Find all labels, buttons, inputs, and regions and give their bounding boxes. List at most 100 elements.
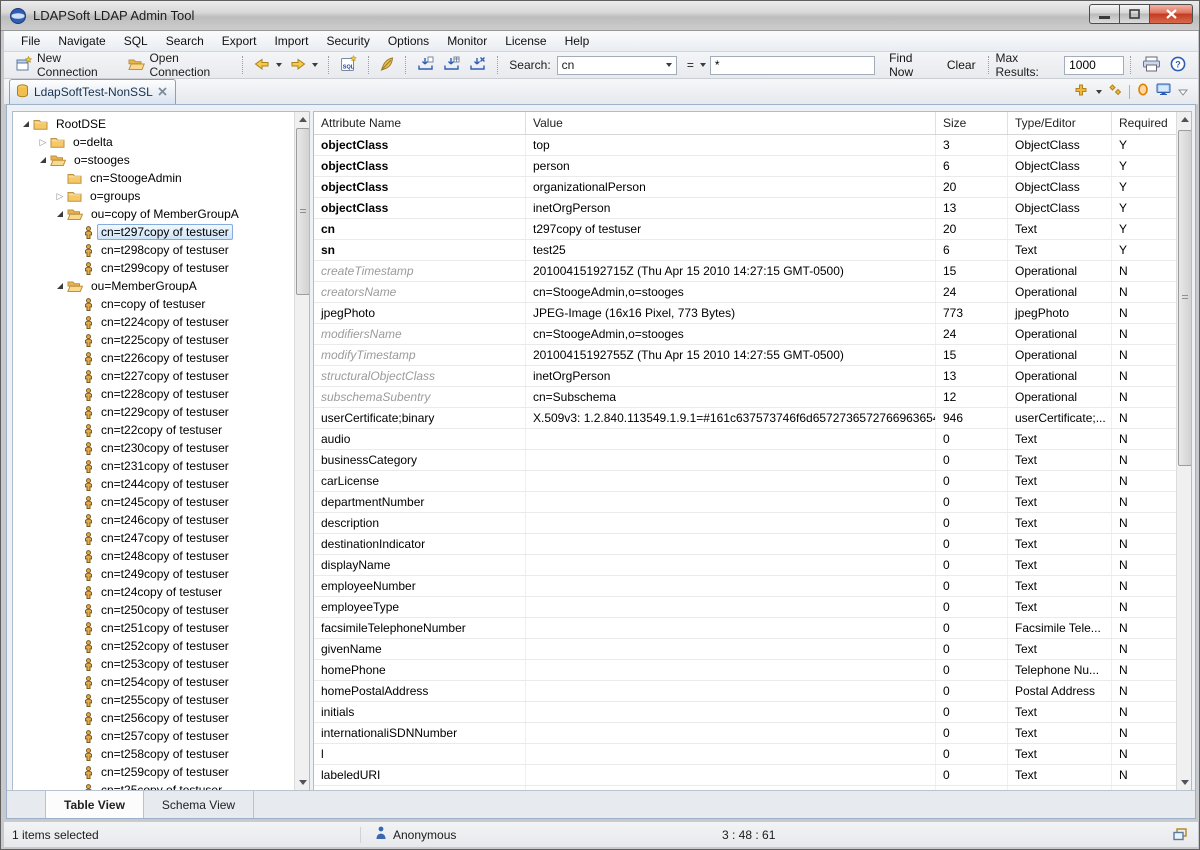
table-row[interactable]: jpegPhotoJPEG-Image (16x16 Pixel, 773 By…	[314, 303, 1176, 324]
menu-license[interactable]: License	[496, 32, 555, 50]
tree-item[interactable]: cn=t247copy of testuser	[13, 529, 294, 547]
menu-monitor[interactable]: Monitor	[438, 32, 496, 50]
tree-item[interactable]: cn=t299copy of testuser	[13, 259, 294, 277]
search-attribute-combo[interactable]: cn	[557, 56, 677, 75]
menu-sql[interactable]: SQL	[115, 32, 157, 50]
table-row[interactable]: modifiersNamecn=StoogeAdmin,o=stooges24O…	[314, 324, 1176, 345]
table-row[interactable]: l0TextN	[314, 744, 1176, 765]
table-row[interactable]: labeledURI0TextN	[314, 765, 1176, 786]
print-button[interactable]	[1138, 54, 1166, 77]
table-row[interactable]: userCertificate;binaryX.509v3: 1.2.840.1…	[314, 408, 1176, 429]
menu-help[interactable]: Help	[556, 32, 599, 50]
table-row[interactable]: objectClassorganizationalPerson20ObjectC…	[314, 177, 1176, 198]
tree-item[interactable]: cn=t257copy of testuser	[13, 727, 294, 745]
table-row[interactable]: displayName0TextN	[314, 555, 1176, 576]
tree-item[interactable]: cn=t253copy of testuser	[13, 655, 294, 673]
tree-item[interactable]: cn=t252copy of testuser	[13, 637, 294, 655]
tree-item[interactable]: cn=t248copy of testuser	[13, 547, 294, 565]
tree-item[interactable]: cn=t256copy of testuser	[13, 709, 294, 727]
tree-item[interactable]: cn=t245copy of testuser	[13, 493, 294, 511]
maximize-button[interactable]	[1119, 4, 1149, 24]
expanded-icon[interactable]	[53, 211, 67, 217]
minimize-button[interactable]	[1089, 4, 1119, 24]
sql-query-button[interactable]: SQL	[336, 53, 362, 77]
operator-combo[interactable]: =	[683, 56, 710, 74]
table-row[interactable]: sntest256TextY	[314, 240, 1176, 261]
expanded-icon[interactable]	[53, 283, 67, 289]
table-row[interactable]: modifyTimestamp20100415192755Z (Thu Apr …	[314, 345, 1176, 366]
menu-navigate[interactable]: Navigate	[49, 32, 114, 50]
table-row[interactable]: structuralObjectClassinetOrgPerson13Oper…	[314, 366, 1176, 387]
column-header-type-editor[interactable]: Type/Editor	[1008, 112, 1112, 134]
search-term-input[interactable]	[710, 56, 875, 75]
filter-icon[interactable]	[1137, 83, 1149, 101]
tree-item[interactable]: cn=t224copy of testuser	[13, 313, 294, 331]
tree-item[interactable]: cn=t258copy of testuser	[13, 745, 294, 763]
tree-item[interactable]: cn=t250copy of testuser	[13, 601, 294, 619]
tree-scrollbar[interactable]	[294, 112, 309, 790]
expanded-icon[interactable]	[19, 121, 33, 127]
tray-restore-button[interactable]	[1173, 828, 1188, 841]
tree-item[interactable]: cn=t225copy of testuser	[13, 331, 294, 349]
column-header-attribute-name[interactable]: Attribute Name	[314, 112, 526, 134]
table-row[interactable]: cnt297copy of testuser20TextY	[314, 219, 1176, 240]
tree-item[interactable]: ou=MemberGroupA	[13, 277, 294, 295]
column-header-required[interactable]: Required	[1112, 112, 1176, 134]
tree-item[interactable]: cn=t254copy of testuser	[13, 673, 294, 691]
tree-item[interactable]: cn=t25copy of testuser	[13, 781, 294, 790]
table-row[interactable]: givenName0TextN	[314, 639, 1176, 660]
add-entry-dropdown-icon[interactable]	[1096, 90, 1102, 94]
tree-item[interactable]: cn=t251copy of testuser	[13, 619, 294, 637]
view-menu-icon[interactable]	[1178, 83, 1188, 101]
tree-item[interactable]: o=stooges	[13, 151, 294, 169]
table-row[interactable]: destinationIndicator0TextN	[314, 534, 1176, 555]
scroll-down-icon[interactable]	[295, 775, 310, 790]
tree-item[interactable]: cn=t230copy of testuser	[13, 439, 294, 457]
tree-item[interactable]: cn=t24copy of testuser	[13, 583, 294, 601]
connection-tab[interactable]: LdapSoftTest-NonSSL	[9, 79, 176, 104]
new-connection-button[interactable]: New Connection	[12, 49, 118, 81]
help-button[interactable]: ?	[1166, 54, 1190, 77]
tree-item[interactable]: cn=t231copy of testuser	[13, 457, 294, 475]
menu-security[interactable]: Security	[317, 32, 378, 50]
table-row[interactable]: facsimileTelephoneNumber0Facsimile Tele.…	[314, 618, 1176, 639]
table-row[interactable]: departmentNumber0TextN	[314, 492, 1176, 513]
table-row[interactable]: employeeNumber0TextN	[314, 576, 1176, 597]
menu-search[interactable]: Search	[157, 32, 213, 50]
forward-dropdown-icon[interactable]	[312, 63, 318, 67]
tree-item[interactable]: RootDSE	[13, 115, 294, 133]
back-dropdown-icon[interactable]	[276, 63, 282, 67]
table-row[interactable]: homePhone0Telephone Nu...N	[314, 660, 1176, 681]
table-row[interactable]: objectClassperson6ObjectClassY	[314, 156, 1176, 177]
tree-item[interactable]: cn=StoogeAdmin	[13, 169, 294, 187]
table-row[interactable]: description0TextN	[314, 513, 1176, 534]
tree-item[interactable]: ou=copy of MemberGroupA	[13, 205, 294, 223]
column-header-value[interactable]: Value	[526, 112, 936, 134]
menu-file[interactable]: File	[12, 32, 49, 50]
edit-entry-button[interactable]	[375, 54, 399, 77]
expanded-icon[interactable]	[36, 157, 50, 163]
export-delete-button[interactable]	[465, 54, 491, 76]
close-button[interactable]	[1149, 4, 1193, 24]
tree-item[interactable]: cn=t298copy of testuser	[13, 241, 294, 259]
add-entry-icon[interactable]	[1075, 83, 1087, 101]
max-results-input[interactable]	[1064, 56, 1124, 75]
scroll-up-icon[interactable]	[1177, 112, 1192, 127]
tab-table-view[interactable]: Table View	[45, 791, 144, 818]
tree-item[interactable]: ▷o=delta	[13, 133, 294, 151]
scroll-down-icon[interactable]	[1177, 775, 1192, 790]
table-row[interactable]: createTimestamp20100415192715Z (Thu Apr …	[314, 261, 1176, 282]
menu-export[interactable]: Export	[213, 32, 266, 50]
tree-item[interactable]: cn=t227copy of testuser	[13, 367, 294, 385]
tree-item[interactable]: cn=t249copy of testuser	[13, 565, 294, 583]
menu-import[interactable]: Import	[265, 32, 317, 50]
table-row[interactable]: creatorsNamecn=StoogeAdmin,o=stooges24Op…	[314, 282, 1176, 303]
tree-item[interactable]: cn=t259copy of testuser	[13, 763, 294, 781]
tree-item[interactable]: cn=copy of testuser	[13, 295, 294, 313]
find-now-button[interactable]: Find Now	[883, 49, 941, 81]
tab-close-icon[interactable]	[158, 85, 167, 99]
collapsed-icon[interactable]: ▷	[36, 138, 50, 146]
collapsed-icon[interactable]: ▷	[53, 192, 67, 200]
table-row[interactable]: carLicense0TextN	[314, 471, 1176, 492]
tree-item[interactable]: cn=t226copy of testuser	[13, 349, 294, 367]
